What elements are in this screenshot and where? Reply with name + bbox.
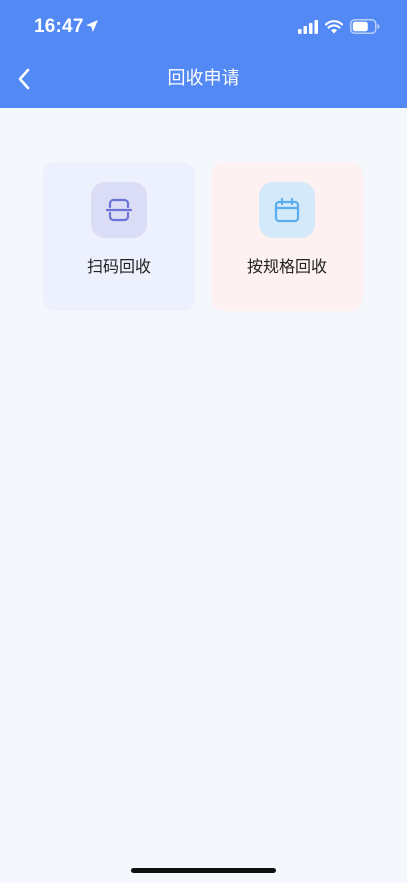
- calendar-icon: [274, 197, 300, 223]
- calendar-icon-tile: [259, 182, 315, 238]
- battery-icon: [350, 19, 380, 34]
- home-indicator[interactable]: [131, 868, 276, 873]
- app-header: 16:47 回收申请: [0, 0, 407, 108]
- location-arrow-icon: [86, 20, 98, 32]
- scan-recycle-card[interactable]: 扫码回收: [43, 162, 195, 311]
- cellular-signal-icon: [298, 20, 318, 34]
- spec-recycle-label: 按规格回收: [246, 257, 327, 276]
- scan-recycle-label: 扫码回收: [86, 257, 151, 276]
- status-time: 16:47: [34, 16, 84, 37]
- scan-icon: [105, 198, 133, 222]
- page-title: 回收申请: [167, 68, 240, 89]
- spec-recycle-card[interactable]: 按规格回收: [211, 162, 363, 311]
- wifi-icon: [325, 20, 343, 34]
- status-bar: 16:47: [0, 0, 407, 54]
- recycle-options: 扫码回收 按规格回收: [43, 162, 363, 311]
- scan-icon-tile: [91, 182, 147, 238]
